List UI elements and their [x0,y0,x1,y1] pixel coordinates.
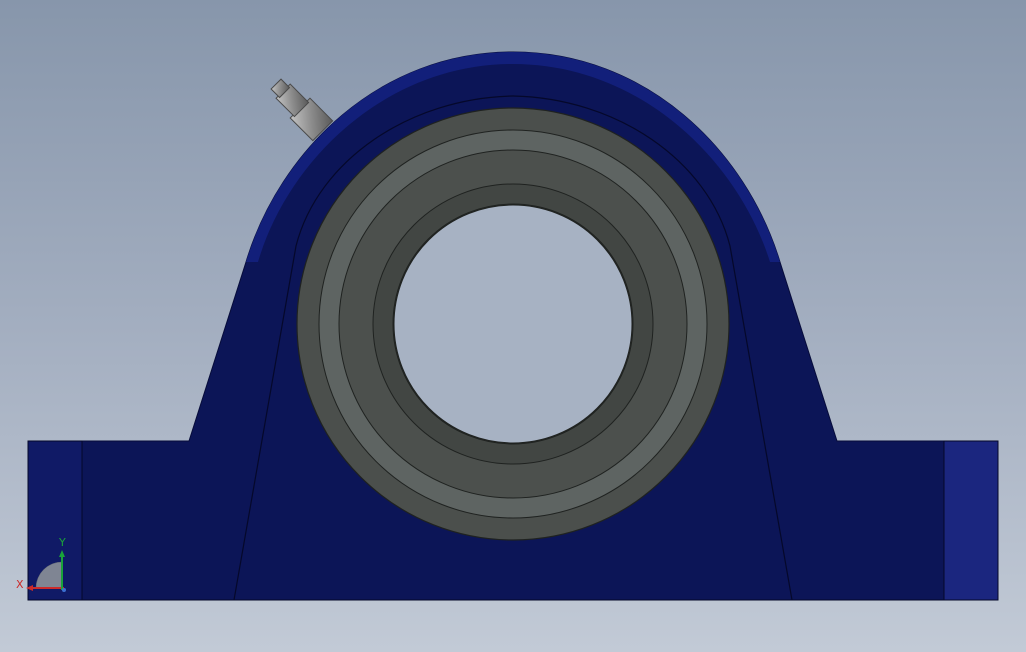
grease-fitting[interactable] [266,74,334,142]
base-foot-right[interactable] [943,440,999,601]
cad-viewport[interactable]: X Y [0,0,1026,652]
triad-origin [62,588,66,592]
y-axis-label: Y [58,536,66,549]
bearing-insert[interactable] [296,107,730,541]
bore[interactable] [393,204,633,444]
x-axis-label: X [16,578,24,591]
pillow-block-model[interactable] [27,51,999,601]
